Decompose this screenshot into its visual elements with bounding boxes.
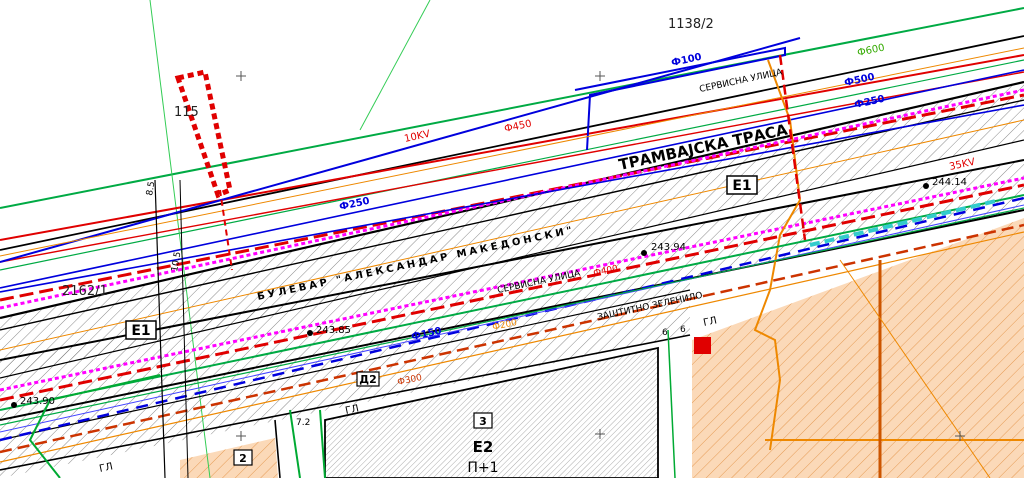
- dim-6-a: 6: [680, 325, 686, 335]
- zone-e1-right: Е1: [726, 175, 758, 195]
- building-number-2: 2: [233, 449, 253, 466]
- zone-e1-left: Е1: [125, 320, 157, 340]
- gl-label-bottom: ГЛ: [98, 461, 114, 475]
- parcel-115: 115: [174, 105, 199, 120]
- pipe-f250-top-label: Ф250: [853, 94, 885, 111]
- red-corridor: [174, 69, 233, 199]
- floors-label: П+1: [467, 460, 498, 476]
- pipe-f600-label: Ф600: [856, 42, 885, 59]
- servisna-top-label: СЕРВИСНА УЛИЦА: [699, 67, 785, 95]
- dim-7-2: 7.2: [296, 418, 310, 428]
- gl-label-right: ГЛ: [702, 315, 718, 329]
- elevation-244-14: 244.14: [932, 177, 967, 188]
- zone-d2-text: Д2: [359, 373, 376, 386]
- dim-6-b: 6: [662, 328, 668, 338]
- elevation-243-90: 243.90: [20, 396, 55, 407]
- zone-e1-right-text: Е1: [732, 178, 751, 194]
- elevation-243-85: 243.85: [316, 325, 351, 336]
- green-vert: [667, 329, 676, 478]
- building-number-3: 3: [473, 412, 493, 429]
- hazard-marker: [694, 337, 711, 354]
- green-boundary-top: [0, 7, 1024, 209]
- parcel-2162-1: 2162/1: [62, 284, 108, 299]
- parcel-1138-2: 1138/2: [668, 17, 714, 32]
- pipe-f450-label: Ф450: [503, 118, 532, 135]
- elevation-243-94: 243.94: [651, 242, 686, 253]
- zone-e2-label: Е2: [473, 438, 494, 456]
- zone-d2: Д2: [356, 371, 380, 387]
- green-line-4: [359, 0, 431, 131]
- urban-plan-map: 1138/2 2162/1 115 Ф100 Ф600 Ф500 Ф250 СЕ…: [0, 0, 1024, 478]
- zone-e1-left-text: Е1: [131, 323, 150, 339]
- pipe-f500-label: Ф500: [843, 72, 875, 89]
- orange-lot-small-hatch: [180, 438, 278, 478]
- building-number-2-text: 2: [239, 452, 247, 465]
- building-number-3-text: 3: [479, 415, 487, 428]
